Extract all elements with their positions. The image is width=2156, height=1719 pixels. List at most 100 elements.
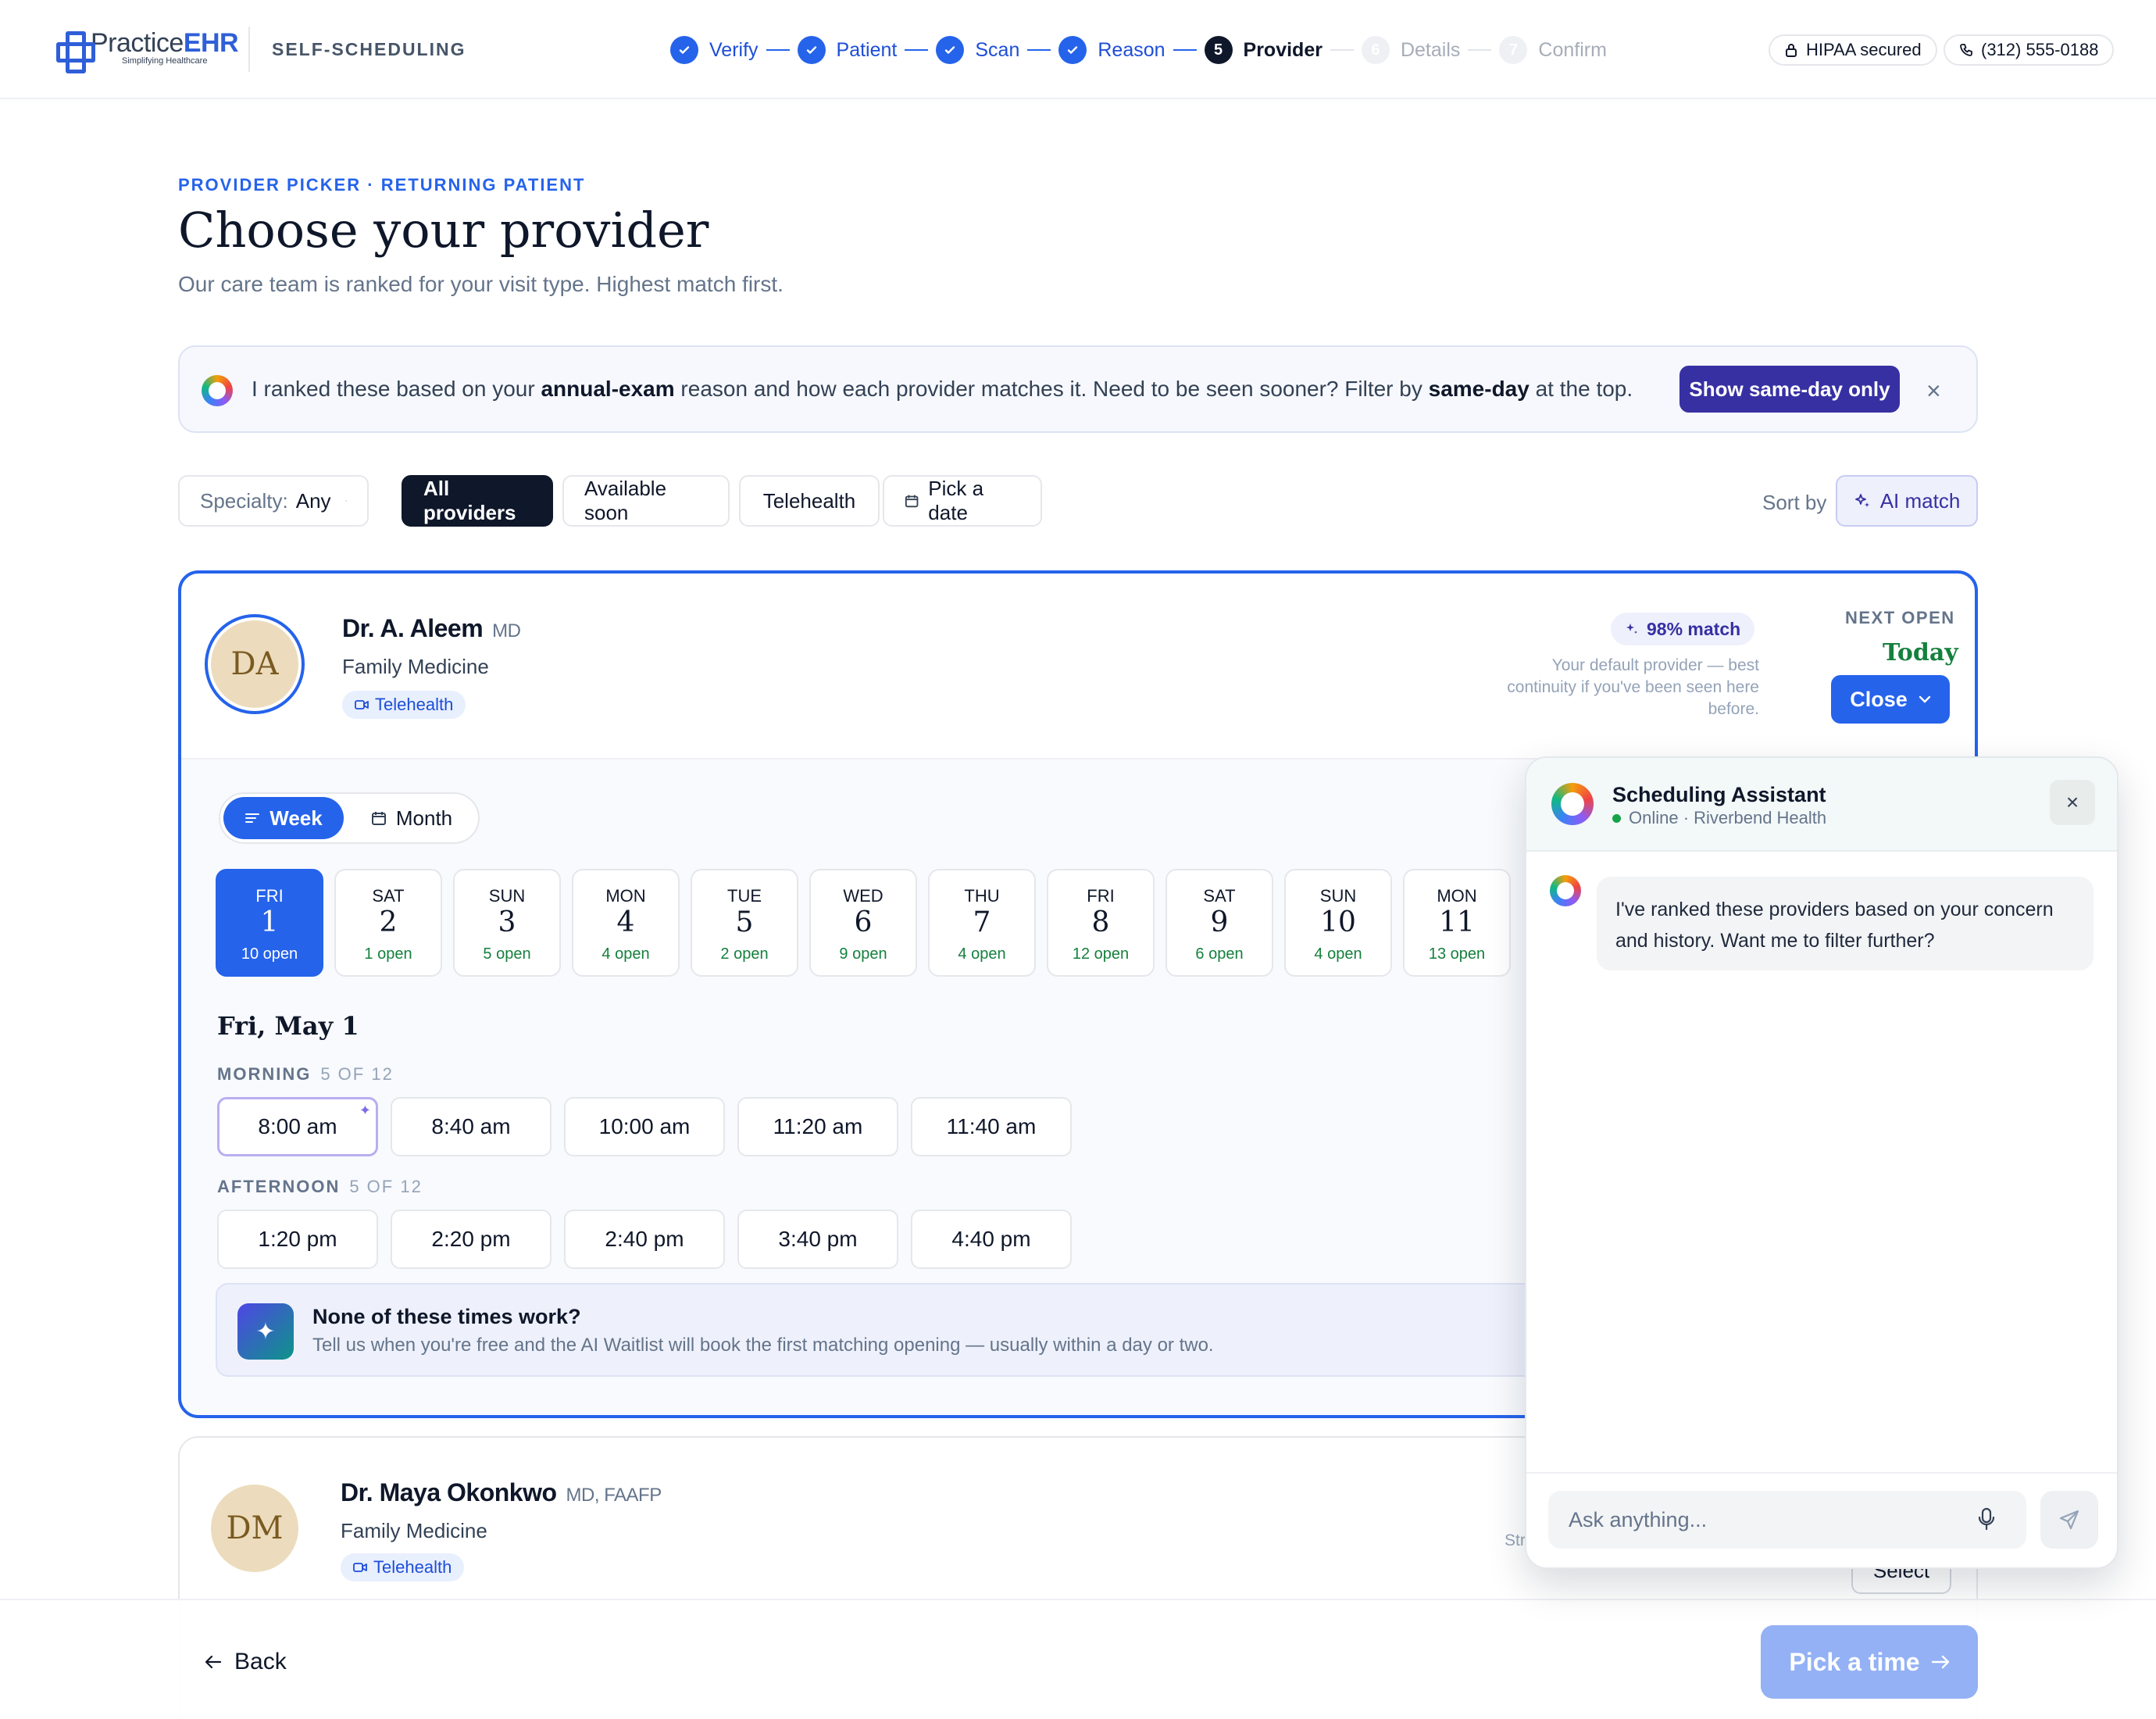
back-button[interactable]: Back	[205, 1649, 287, 1675]
day-card[interactable]: SAT 9 6 open	[1165, 869, 1273, 977]
ai-orb-icon	[1551, 783, 1594, 825]
next-open-label: NEXT OPEN	[1845, 608, 1955, 627]
day-card[interactable]: SAT 2 1 open	[334, 869, 442, 977]
pick-a-time-label: Pick a time	[1789, 1647, 1920, 1676]
waitlist-description: Tell us when you're free and the AI Wait…	[312, 1335, 1214, 1356]
avatar-initials: DA	[211, 620, 298, 708]
step-connector	[1468, 49, 1492, 51]
practice-ehr-logo[interactable]: PracticeEHR Simplifying Healthcare	[56, 28, 239, 73]
header-divider	[248, 27, 250, 72]
day-card[interactable]: TUE 5 2 open	[691, 869, 798, 977]
time-slot[interactable]: 8:40 am	[391, 1097, 551, 1156]
close-icon[interactable]: ×	[1926, 377, 1941, 406]
step-number: 6	[1361, 36, 1390, 64]
day-card[interactable]: WED 6 9 open	[809, 869, 917, 977]
step-number: 5	[1204, 36, 1233, 64]
chat-title: Scheduling Assistant	[1612, 783, 1826, 806]
filter-pick-a-date[interactable]: Pick a date	[883, 475, 1042, 527]
sort-by-label: Sort by	[1762, 491, 1827, 514]
online-dot-icon	[1612, 813, 1621, 823]
filter-all-providers[interactable]: All providers	[402, 475, 553, 527]
time-slot[interactable]: 11:20 am	[737, 1097, 898, 1156]
day-card[interactable]: SUN 10 4 open	[1284, 869, 1392, 977]
next-open-value: Today	[1883, 639, 1958, 667]
microphone-icon[interactable]	[1978, 1506, 1995, 1531]
sparkle-icon: ✦	[359, 1103, 371, 1118]
step-label: Patient	[836, 38, 898, 61]
day-card[interactable]: SUN 3 5 open	[453, 869, 561, 977]
chat-header: Scheduling Assistant Online · Riverbend …	[1526, 758, 2117, 852]
phone-icon	[1960, 44, 1972, 56]
provider-specialty: Family Medicine	[342, 655, 489, 678]
calendar-icon	[905, 495, 919, 508]
back-label: Back	[234, 1649, 287, 1674]
time-slot[interactable]: 1:20 pm	[217, 1210, 378, 1269]
specialty-select[interactable]: Specialty: Any	[178, 475, 369, 527]
day-card[interactable]: FRI 1 10 open	[216, 869, 323, 977]
time-slot[interactable]: 2:40 pm	[564, 1210, 725, 1269]
time-slot[interactable]: 4:40 pm	[911, 1210, 1072, 1269]
phone-link[interactable]: (312) 555-0188	[1944, 34, 2115, 66]
show-same-day-button[interactable]: Show same-day only	[1679, 366, 1900, 413]
ai-ranking-banner: I ranked these based on your annual-exam…	[178, 345, 1978, 433]
step-connector	[1027, 49, 1051, 51]
progress-stepper: Verify Patient Scan Reason 5 Provider 6 …	[670, 34, 1607, 66]
selected-date-heading: Fri, May 1	[217, 1011, 359, 1041]
time-slot[interactable]: 2:20 pm	[391, 1210, 551, 1269]
banner-message: I ranked these based on your annual-exam…	[252, 377, 1633, 401]
step-confirm: 7 Confirm	[1499, 36, 1607, 64]
time-slot[interactable]: 10:00 am	[564, 1097, 725, 1156]
step-patient[interactable]: Patient	[797, 36, 898, 64]
waitlist-title: None of these times work?	[312, 1305, 581, 1328]
page-title: Choose your provider	[178, 202, 709, 259]
month-label: Month	[395, 806, 453, 830]
send-button[interactable]	[2040, 1491, 2098, 1549]
step-verify[interactable]: Verify	[670, 36, 759, 64]
step-connector	[905, 49, 929, 51]
pick-a-time-button[interactable]: Pick a time	[1761, 1625, 1978, 1699]
step-scan[interactable]: Scan	[936, 36, 1019, 64]
avatar: DM	[211, 1485, 298, 1572]
video-icon	[353, 1563, 367, 1572]
view-month-button[interactable]: Month	[348, 797, 475, 839]
step-reason[interactable]: Reason	[1058, 36, 1165, 64]
provider-name: Dr. A. Aleem MD	[342, 614, 521, 642]
day-card[interactable]: MON 11 13 open	[1403, 869, 1511, 977]
arrow-left-icon	[205, 1655, 222, 1669]
chevron-down-icon	[1919, 695, 1930, 703]
hipaa-label: HIPAA secured	[1806, 40, 1922, 59]
specialty-value: Any	[295, 488, 331, 513]
chat-status: Online · Riverbend Health	[1612, 808, 1826, 828]
footer-bar: Back Pick a time	[0, 1599, 2156, 1719]
collapse-provider-button[interactable]: Close	[1831, 675, 1950, 724]
ai-orb-icon	[1550, 875, 1581, 906]
logo-tagline: Simplifying Healthcare	[122, 56, 208, 66]
step-label: Scan	[975, 38, 1020, 61]
day-card[interactable]: MON 4 4 open	[572, 869, 680, 977]
logo-wordmark: PracticeEHR	[91, 28, 239, 58]
telehealth-tag: Telehealth	[342, 691, 466, 719]
specialty-label: Specialty:	[200, 488, 288, 513]
step-connector	[1173, 49, 1197, 51]
day-card[interactable]: FRI 8 12 open	[1047, 869, 1155, 977]
chat-input[interactable]: Ask anything...	[1548, 1491, 2026, 1549]
step-label: Details	[1400, 38, 1461, 61]
time-slot-recommended[interactable]: 8:00 am ✦	[217, 1097, 378, 1156]
day-card[interactable]: THU 7 4 open	[928, 869, 1036, 977]
view-week-button[interactable]: Week	[223, 797, 344, 839]
filter-available-soon[interactable]: Available soon	[562, 475, 730, 527]
avatar: DA	[205, 614, 305, 714]
time-slot[interactable]: 11:40 am	[911, 1097, 1072, 1156]
telehealth-label: Telehealth	[373, 1557, 452, 1577]
pick-a-date-label: Pick a date	[928, 477, 984, 524]
top-bar: PracticeEHR Simplifying Healthcare SELF-…	[0, 0, 2156, 99]
filter-telehealth[interactable]: Telehealth	[739, 475, 880, 527]
match-value: 98% match	[1647, 618, 1741, 639]
telehealth-label: Telehealth	[375, 695, 454, 714]
time-slot[interactable]: 3:40 pm	[737, 1210, 898, 1269]
close-icon[interactable]: ×	[2050, 780, 2095, 825]
sort-ai-match-button[interactable]: AI match	[1836, 475, 1978, 527]
afternoon-label: AFTERNOON 5 OF 12	[217, 1177, 423, 1196]
check-icon	[936, 36, 965, 64]
phone-number: (312) 555-0188	[1981, 40, 2099, 59]
